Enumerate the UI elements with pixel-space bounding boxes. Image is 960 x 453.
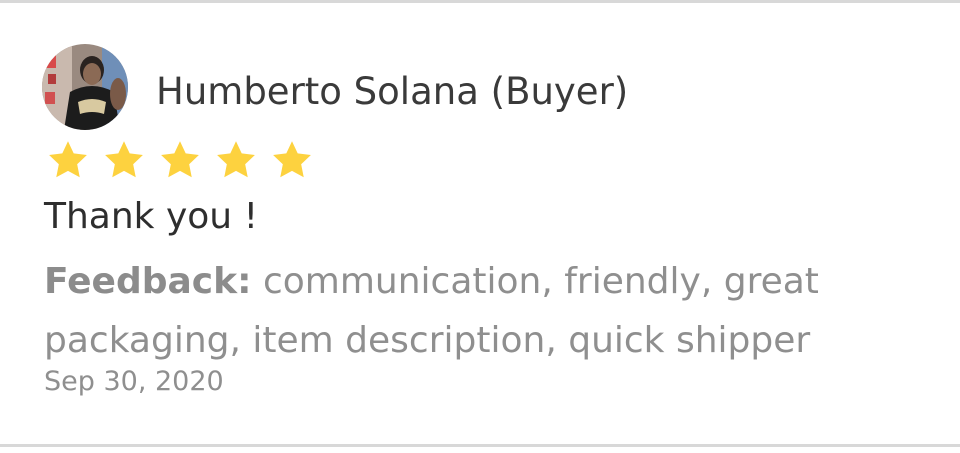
reviewer-name[interactable]: Humberto Solana (Buyer)	[156, 68, 628, 116]
avatar[interactable]	[42, 44, 128, 130]
bottom-divider	[0, 444, 960, 447]
feedback-label: Feedback:	[44, 261, 252, 302]
review-date: Sep 30, 2020	[44, 366, 224, 397]
star-icon	[105, 141, 143, 178]
star-icon	[49, 141, 87, 178]
review-card: Humberto Solana (Buyer) Thank you ! Feed…	[0, 0, 960, 453]
star-icon	[273, 141, 311, 178]
feedback-tags: Feedback: communication, friendly, great…	[44, 252, 924, 370]
top-divider	[0, 0, 960, 3]
review-text: Thank you !	[44, 196, 258, 237]
star-icon	[217, 141, 255, 178]
star-rating	[42, 138, 318, 182]
star-icon	[161, 141, 199, 178]
